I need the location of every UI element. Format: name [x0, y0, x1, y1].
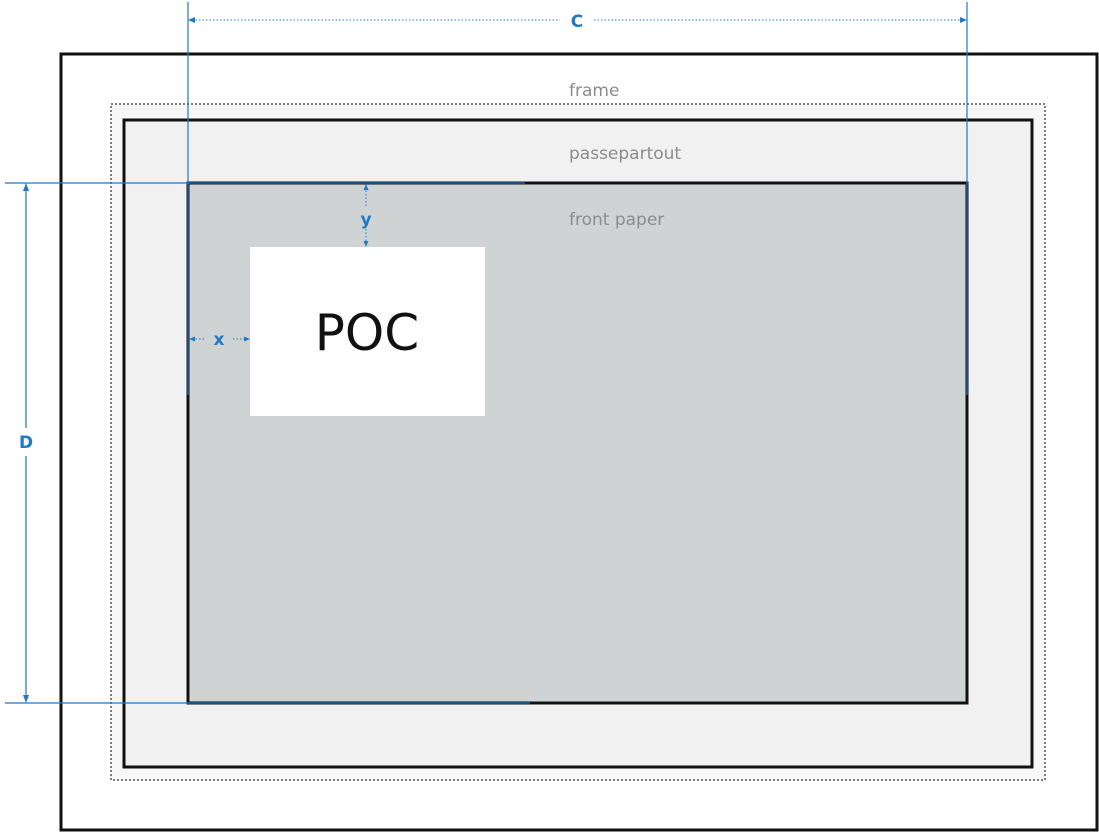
dimension-d-arrow-bottom: [23, 695, 29, 703]
dimension-c-arrow-left: [188, 17, 195, 23]
dimension-d-arrow-top: [23, 183, 29, 191]
dimension-c-label: C: [571, 12, 583, 32]
poc-label: POC: [315, 304, 419, 362]
passepartout-label: passepartout: [569, 144, 681, 164]
dimension-d-label: D: [19, 433, 33, 453]
dimension-c-arrow-right: [960, 17, 967, 23]
frame-label: frame: [569, 81, 619, 101]
front-paper-label: front paper: [569, 210, 664, 230]
dimension-y-label: y: [360, 210, 371, 230]
framing-diagram: frame passepartout front paper POC C D x: [5, 2, 1099, 832]
dimension-x-label: x: [214, 330, 225, 350]
